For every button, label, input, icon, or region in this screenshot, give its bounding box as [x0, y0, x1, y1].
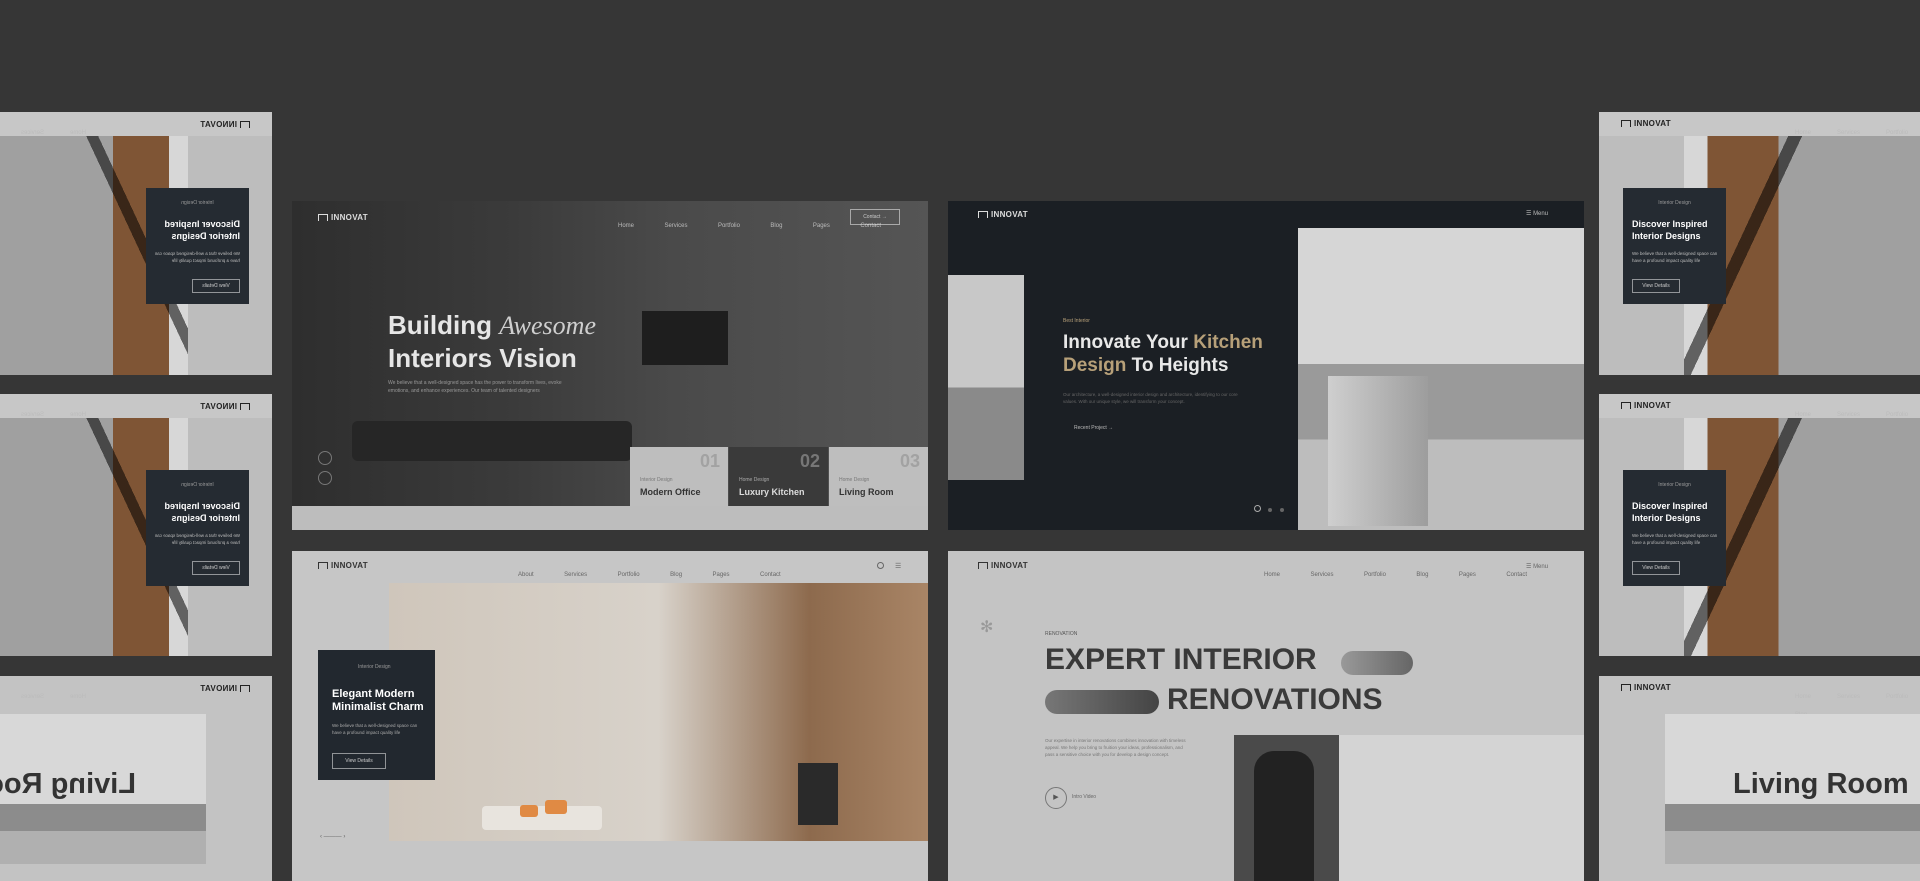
nav-portfolio[interactable]: Portfolio: [1364, 572, 1386, 578]
eyebrow: RENOVATION: [1045, 631, 1078, 637]
play-button[interactable]: ▶: [1045, 787, 1067, 809]
brand-logo: INNOVAT: [318, 213, 368, 222]
counter-block: [1328, 376, 1428, 526]
right-preview-card-1[interactable]: INNOVAT HomeServicesPortfolioBlog Interi…: [1599, 112, 1920, 375]
view-details-button[interactable]: View Details: [1632, 279, 1680, 293]
left-preview-card-2[interactable]: INNOVAT HomeServices Interior Design Dis…: [0, 394, 272, 656]
brand-logo: INNOVAT: [978, 210, 1028, 219]
tab-modern-office[interactable]: 01 Interior Design Modern Office: [630, 447, 728, 506]
nav-blog[interactable]: Blog: [770, 223, 782, 229]
pill-image: [1045, 690, 1159, 714]
living-room-photo: [389, 583, 928, 841]
hero-headline: Innovate Your Kitchen Design To Heights: [1063, 332, 1263, 376]
nav-portfolio[interactable]: Portfolio: [618, 572, 640, 578]
info-panel: Interior Design Discover Inspired Interi…: [146, 188, 249, 304]
brand-logo: INNOVAT: [200, 120, 250, 129]
recent-project-link[interactable]: Recent Project →: [1074, 425, 1113, 431]
view-details-button[interactable]: View Details: [1632, 561, 1680, 575]
view-details-button[interactable]: View Details: [192, 279, 240, 293]
pill-image: [1341, 651, 1413, 675]
menu-icon[interactable]: ☰: [895, 562, 901, 570]
main-nav: Home Services Portfolio Blog Pages Conta…: [1238, 563, 1527, 581]
template-card-innovate-kitchen[interactable]: INNOVAT ☰ Menu Best Interior Innovate Yo…: [948, 201, 1584, 530]
tv: [798, 763, 838, 825]
left-preview-card-1[interactable]: INNOVAT HomeServices Interior Design Dis…: [0, 112, 272, 375]
left-preview-card-3[interactable]: INNOVAT HomeServices Living Room: [0, 676, 272, 881]
pillow: [545, 800, 567, 814]
brand-logo: INNOVAT: [978, 561, 1028, 570]
brand-logo: INNOVAT: [1621, 683, 1671, 692]
hero-description: Our architecture, a well-designed interi…: [1063, 392, 1238, 404]
menu-toggle[interactable]: ☰ Menu: [1526, 210, 1548, 217]
headline-line-1: EXPERT INTERIOR: [1045, 643, 1317, 676]
hamburger-icon: ☰: [1526, 564, 1532, 570]
hero-description: We believe that a well-designed space ha…: [388, 380, 562, 394]
nav-services[interactable]: Services: [664, 223, 687, 229]
brand-logo: INNOVAT: [200, 684, 250, 693]
info-panel: Interior Design Discover Inspired Interi…: [146, 470, 249, 586]
info-panel: Interior Design Discover Inspired Interi…: [1623, 188, 1726, 304]
play-label: Intro Video: [1072, 794, 1097, 800]
menu-toggle[interactable]: ☰ Menu: [1526, 563, 1548, 570]
nav-contact[interactable]: Contact: [760, 572, 781, 578]
hero-headline: Building Awesome Interiors Vision: [388, 310, 596, 373]
brand-logo: INNOVAT: [200, 402, 250, 411]
brand-logo: INNOVAT: [1621, 401, 1671, 410]
eyebrow: Best Interior: [1063, 318, 1090, 324]
nav-blog[interactable]: Blog: [670, 572, 682, 578]
brand-logo: INNOVAT: [1621, 119, 1671, 128]
top-nav: HomeServices: [20, 694, 86, 700]
view-details-button[interactable]: View Details: [332, 753, 386, 769]
slider-arrows[interactable]: ‹ ——— ›: [320, 834, 345, 840]
living-room-title: Living Room: [0, 768, 136, 800]
right-preview-card-2[interactable]: INNOVAT HomeServicesPortfolioBlog Interi…: [1599, 394, 1920, 656]
nav-pages[interactable]: Pages: [813, 223, 830, 229]
template-card-expert-renovations[interactable]: INNOVAT Home Services Portfolio Blog Pag…: [948, 551, 1584, 881]
right-preview-card-3[interactable]: INNOVAT HomeServicesPortfolioBlog Living…: [1599, 676, 1920, 881]
tab-luxury-kitchen[interactable]: 02 Home Design Luxury Kitchen: [729, 447, 828, 506]
nav-blog[interactable]: Blog: [1416, 572, 1428, 578]
template-card-building-awesome[interactable]: INNOVAT Home Services Portfolio Blog Pag…: [292, 201, 928, 530]
main-nav: Home Services Portfolio Blog Pages Conta…: [592, 214, 881, 232]
hamburger-icon: ☰: [1526, 211, 1532, 217]
brand-logo: INNOVAT: [318, 561, 368, 570]
template-card-elegant-modern[interactable]: INNOVAT About Services Portfolio Blog Pa…: [292, 551, 928, 881]
pillow: [520, 805, 538, 817]
view-details-button[interactable]: View Details: [192, 561, 240, 575]
nav-pages[interactable]: Pages: [1459, 572, 1476, 578]
info-panel: Interior Design Elegant Modern Minimalis…: [318, 650, 435, 780]
worker-figure: [1254, 751, 1314, 881]
search-icon[interactable]: [877, 562, 884, 569]
slider-dots[interactable]: [1254, 499, 1284, 512]
sparkle-icon: ✻: [980, 619, 994, 636]
nav-home[interactable]: Home: [1264, 572, 1280, 578]
nav-home[interactable]: Home: [618, 223, 634, 229]
sofa: [482, 806, 602, 830]
bottom-strip: [292, 506, 928, 530]
nav-services[interactable]: Services: [564, 572, 587, 578]
headline-line-2: RENOVATIONS: [1167, 683, 1383, 716]
tab-living-room[interactable]: 03 Home Design Living Room: [829, 447, 928, 506]
nav-about[interactable]: About: [518, 572, 534, 578]
circle-icon[interactable]: [318, 451, 332, 465]
nav-services[interactable]: Services: [1310, 572, 1333, 578]
thumbnail-photo: [948, 275, 1024, 480]
hero-description: Our expertise in interior renovations co…: [1045, 738, 1186, 757]
living-room-title: Living Room: [1733, 768, 1909, 800]
info-panel: Interior Design Discover Inspired Interi…: [1623, 470, 1726, 586]
nav-pages[interactable]: Pages: [713, 572, 730, 578]
main-nav: About Services Portfolio Blog Pages Cont…: [492, 563, 781, 581]
nav-portfolio[interactable]: Portfolio: [718, 223, 740, 229]
nav-contact[interactable]: Contact: [1506, 572, 1527, 578]
circle-icon[interactable]: [318, 471, 332, 485]
contact-button[interactable]: Contact →: [850, 209, 900, 225]
